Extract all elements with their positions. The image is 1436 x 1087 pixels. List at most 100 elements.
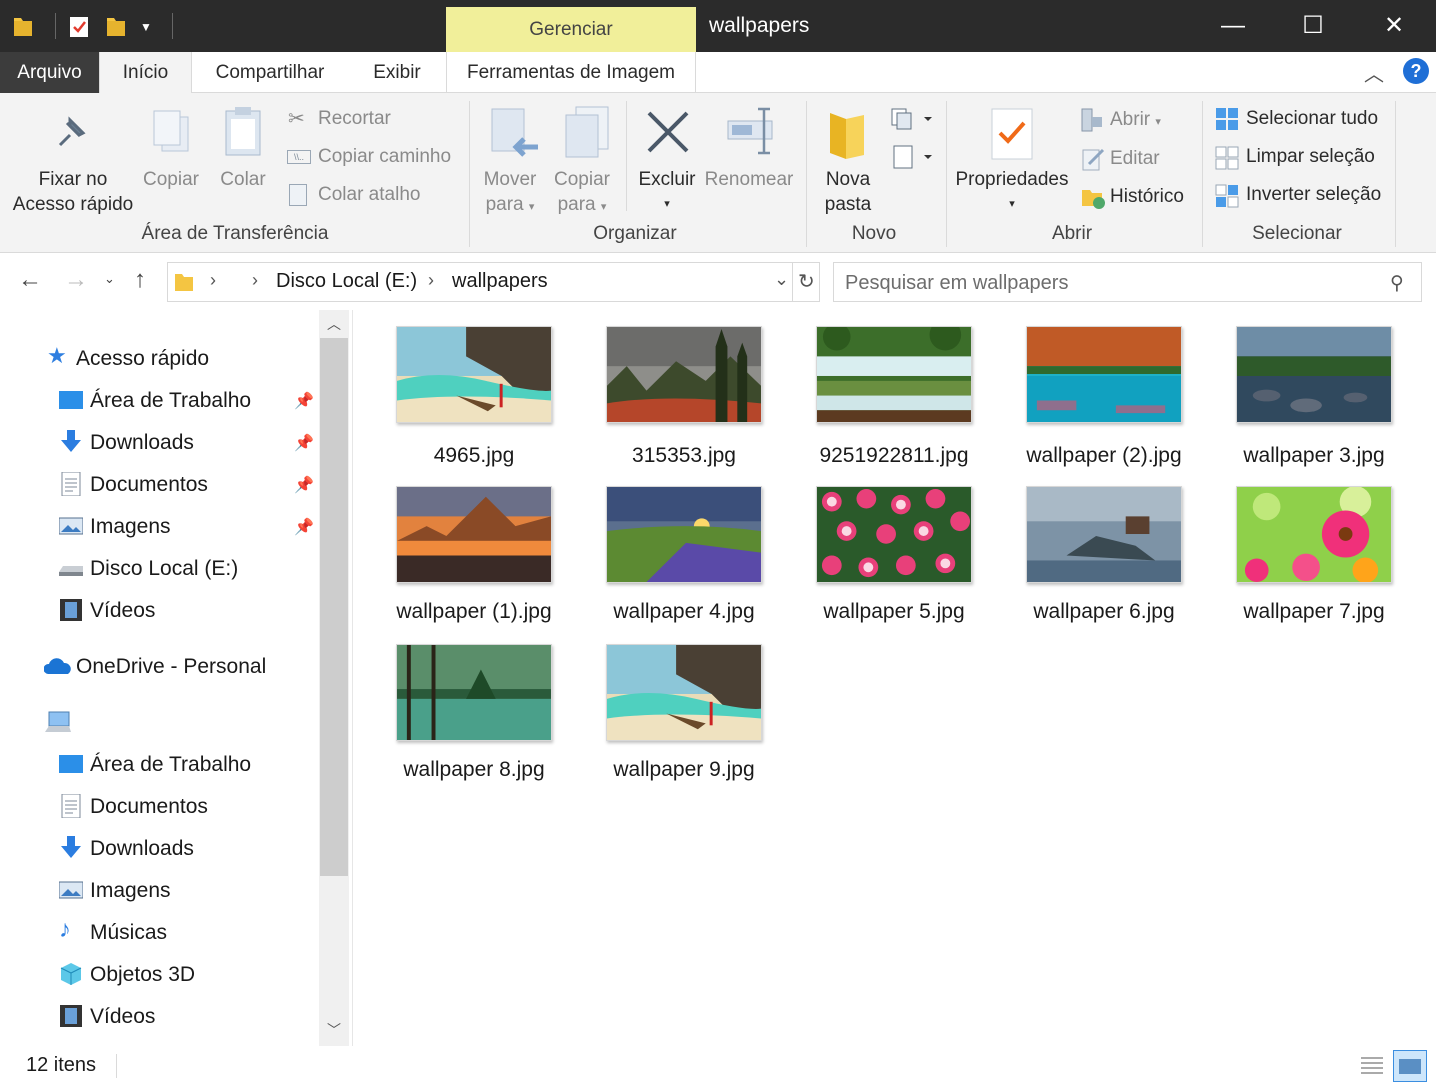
nav-quick-access[interactable]: ★ Acesso rápido [0,340,318,380]
history-button[interactable]: Histórico [1110,186,1184,208]
chevron-right-icon[interactable]: › [252,270,258,291]
nav-label: Imagens [90,515,171,538]
tab-picture-tools[interactable]: Ferramentas de Imagem [446,52,696,93]
file-item[interactable]: wallpaper (1).jpg [369,486,579,623]
nav-label: Vídeos [90,1005,156,1028]
scrollbar-thumb[interactable] [320,338,348,876]
properties-qat-icon[interactable] [68,12,90,40]
chevron-right-icon[interactable]: › [428,270,434,291]
tab-view[interactable]: Exibir [358,52,436,93]
clear-selection-button[interactable]: Limpar seleção [1246,146,1375,168]
file-item[interactable]: 9251922811.jpg [789,326,999,467]
nav-quick-videos[interactable]: Vídeos [0,592,318,632]
tab-share[interactable]: Compartilhar [203,52,337,93]
nav-label: Documentos [90,795,208,818]
file-item[interactable]: wallpaper 5.jpg [789,486,999,623]
delete-button[interactable]: Excluir ▾ [634,167,700,217]
nav-quick-downloads[interactable]: Downloads 📌 [0,424,318,464]
file-item[interactable]: wallpaper (2).jpg [999,326,1209,467]
pin-icon[interactable]: 📌 [294,517,314,537]
scroll-down-icon[interactable]: ﹀ [327,1020,341,1040]
chevron-right-icon[interactable]: › [210,270,216,291]
ribbon-separator [946,101,947,247]
large-icons-view-icon[interactable] [1393,1050,1427,1082]
nav-pc-music[interactable]: ♪ Músicas [0,914,318,954]
back-arrow-icon[interactable]: ← [18,266,42,294]
nav-quick-documents[interactable]: Documentos 📌 [0,466,318,506]
minimize-button[interactable]: — [1193,0,1273,52]
tab-home[interactable]: Início [99,52,192,94]
easy-access-icon[interactable] [890,143,934,176]
nav-pc-desktop[interactable]: Área de Trabalho [0,746,318,786]
nav-pc-3d-objects[interactable]: Objetos 3D [0,956,318,996]
up-arrow-icon[interactable]: ↑ [134,266,146,294]
breadcrumb-drive[interactable]: Disco Local (E:) [276,270,417,293]
edit-button[interactable]: Editar [1110,148,1160,170]
invert-selection-button[interactable]: Inverter seleção [1246,184,1381,206]
search-input[interactable]: Pesquisar em wallpapers ⚲ [833,262,1422,302]
delete-dropdown-icon[interactable]: ▾ [634,192,700,217]
tab-file[interactable]: Arquivo [0,52,99,93]
file-item[interactable]: wallpaper 7.jpg [1209,486,1419,623]
manage-context-tab[interactable]: Gerenciar [446,7,696,52]
address-dropdown-icon[interactable]: ⌄ [774,269,789,290]
copy-path-icon: \\.. [287,150,311,164]
copy-button[interactable]: Copiar [138,167,204,192]
navigation-pane: ★ Acesso rápido Área de Trabalho 📌 Downl… [0,310,350,1046]
copy-path-button[interactable]: Copiar caminho [318,146,451,168]
address-bar-row: ← → ⌄ ↑ › › Disco Local (E:) › wallpaper… [0,254,1436,310]
breadcrumb-folder[interactable]: wallpapers [452,270,548,293]
nav-pc-videos[interactable]: Vídeos [0,998,318,1038]
nav-pc-pictures[interactable]: Imagens [0,872,318,912]
recent-locations-icon[interactable]: ⌄ [104,271,115,287]
rename-button[interactable]: Renomear [702,167,796,192]
cut-button[interactable]: Recortar [318,108,391,130]
desktop-icon [59,752,83,776]
move-label-2: para ▾ [485,194,535,215]
file-item[interactable]: wallpaper 8.jpg [369,644,579,781]
new-item-icon[interactable] [890,105,934,136]
pin-icon[interactable]: 📌 [294,391,314,411]
folder-icon[interactable] [12,12,34,40]
forward-arrow-icon[interactable]: → [64,266,88,294]
file-item[interactable]: 4965.jpg [369,326,579,467]
pin-icon[interactable]: 📌 [294,475,314,495]
file-thumbnail [579,644,789,741]
nav-label: OneDrive - Personal [76,655,267,678]
collapse-ribbon-icon[interactable]: ︿ [1364,58,1384,87]
nav-local-disk[interactable]: Disco Local (E:) [0,550,318,590]
maximize-button[interactable]: ☐ [1273,0,1353,52]
nav-pc-downloads[interactable]: Downloads [0,830,318,870]
paste-shortcut-button[interactable]: Colar atalho [318,184,420,206]
properties-button[interactable]: Propriedades ▾ [952,167,1072,217]
address-box[interactable]: › › Disco Local (E:) › wallpapers ⌄ ↻ [167,262,820,302]
pin-icon[interactable]: 📌 [294,433,314,453]
properties-dropdown-icon[interactable]: ▾ [952,192,1072,217]
nav-pc-documents[interactable]: Documentos [0,788,318,828]
help-icon[interactable]: ? [1403,58,1429,84]
file-item[interactable]: wallpaper 4.jpg [579,486,789,623]
nav-quick-desktop[interactable]: Área de Trabalho 📌 [0,382,318,422]
new-folder-qat-icon[interactable] [105,12,127,40]
file-item[interactable]: wallpaper 6.jpg [999,486,1209,623]
nav-onedrive[interactable]: OneDrive - Personal [0,648,318,688]
refresh-icon[interactable]: ↻ [798,269,815,294]
status-bar: 12 itens [0,1046,1436,1086]
close-button[interactable]: ✕ [1354,0,1434,52]
file-item[interactable]: wallpaper 9.jpg [579,644,789,781]
pin-quick-access-button[interactable]: Fixar no Acesso rápido [8,167,138,217]
item-count: 12 itens [26,1054,97,1076]
copy-to-button[interactable]: Copiar para ▾ [548,167,616,220]
nav-quick-pictures[interactable]: Imagens 📌 [0,508,318,548]
qat-dropdown-icon[interactable]: ▼ [140,20,162,48]
paste-button[interactable]: Colar [212,167,274,192]
move-to-button[interactable]: Mover para ▾ [476,167,544,220]
file-item[interactable]: wallpaper 3.jpg [1209,326,1419,467]
select-all-button[interactable]: Selecionar tudo [1246,108,1378,130]
open-button[interactable]: Abrir ▾ [1110,109,1161,131]
nav-this-pc[interactable] [0,704,318,744]
scroll-up-icon[interactable]: ︿ [327,314,341,334]
new-folder-button[interactable]: Nova pasta [816,167,880,217]
file-item[interactable]: 315353.jpg [579,326,789,467]
details-view-icon[interactable] [1359,1052,1385,1084]
